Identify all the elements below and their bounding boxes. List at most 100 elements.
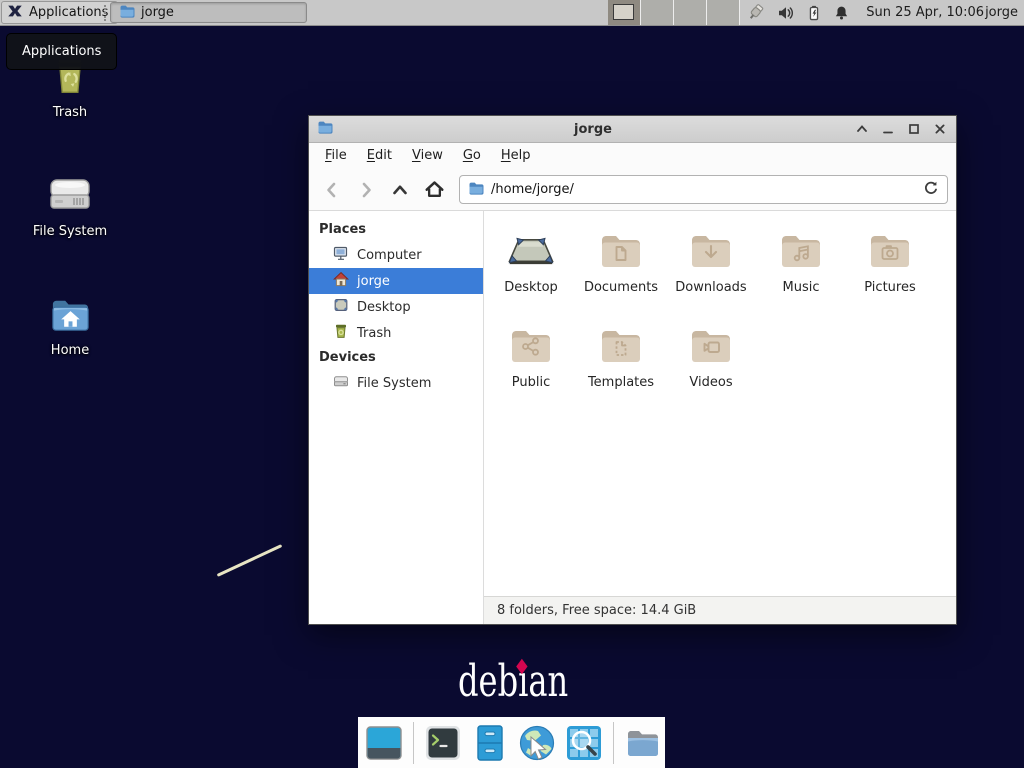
file-label: Music bbox=[783, 280, 820, 295]
file-label: Public bbox=[512, 375, 550, 390]
window-controls bbox=[853, 121, 948, 138]
file-public[interactable]: Public bbox=[486, 322, 576, 390]
file-label: Documents bbox=[584, 280, 658, 295]
workspace-switcher bbox=[608, 0, 740, 25]
sidebar-item-label: File System bbox=[357, 376, 431, 391]
file-pictures[interactable]: Pictures bbox=[845, 227, 935, 295]
system-tray bbox=[746, 0, 850, 25]
desktop: debian Trash File System bbox=[0, 0, 1024, 768]
applications-tooltip: Applications bbox=[6, 33, 117, 70]
show-desktop-icon[interactable] bbox=[364, 723, 404, 763]
stray-line-artifact bbox=[217, 544, 283, 577]
sidebar-item-label: jorge bbox=[357, 274, 390, 289]
volume-icon[interactable] bbox=[777, 4, 795, 22]
power-adapter-icon[interactable] bbox=[746, 3, 766, 23]
file-desktop[interactable]: Desktop bbox=[486, 227, 576, 295]
application-finder-icon[interactable] bbox=[564, 723, 604, 763]
user-home-icon bbox=[333, 271, 349, 291]
xfce-logo-icon bbox=[6, 2, 24, 24]
notifications-icon[interactable] bbox=[833, 4, 850, 22]
workspace-3[interactable] bbox=[674, 0, 707, 25]
file-cabinet-icon[interactable] bbox=[470, 723, 510, 763]
panel-handle[interactable] bbox=[104, 5, 106, 21]
pictures-folder-icon bbox=[845, 227, 935, 275]
menu-file[interactable]: File bbox=[315, 143, 357, 169]
dock-separator bbox=[613, 722, 614, 764]
home-folder-icon bbox=[28, 291, 112, 338]
window-content: Places Computer jorge Desktop Trash bbox=[309, 211, 956, 624]
file-label: Templates bbox=[588, 375, 654, 390]
computer-icon bbox=[333, 245, 349, 265]
workspace-4[interactable] bbox=[707, 0, 740, 25]
applications-label: Applications bbox=[29, 5, 108, 20]
sidebar-item-desktop[interactable]: Desktop bbox=[309, 294, 483, 320]
path-folder-icon bbox=[468, 180, 484, 200]
web-browser-icon[interactable] bbox=[517, 723, 557, 763]
shade-button[interactable] bbox=[853, 121, 870, 138]
menu-view[interactable]: View bbox=[402, 143, 453, 169]
directory-menu-icon[interactable] bbox=[623, 723, 663, 763]
status-bar: 8 folders, Free space: 14.4 GiB bbox=[484, 596, 956, 624]
debian-logo-text: debian bbox=[458, 656, 568, 707]
file-downloads[interactable]: Downloads bbox=[666, 227, 756, 295]
file-label: Pictures bbox=[864, 280, 915, 295]
public-folder-icon bbox=[486, 322, 576, 370]
dock-panel bbox=[358, 717, 665, 768]
sidebar-item-label: Desktop bbox=[357, 300, 411, 315]
templates-folder-icon bbox=[576, 322, 666, 370]
file-documents[interactable]: Documents bbox=[576, 227, 666, 295]
file-music[interactable]: Music bbox=[756, 227, 846, 295]
desktop-icon bbox=[333, 297, 349, 317]
menu-help[interactable]: Help bbox=[491, 143, 541, 169]
battery-icon[interactable] bbox=[806, 4, 822, 22]
sidebar-item-trash[interactable]: Trash bbox=[309, 320, 483, 346]
forward-button[interactable] bbox=[351, 175, 381, 205]
file-templates[interactable]: Templates bbox=[576, 322, 666, 390]
minimize-button[interactable] bbox=[879, 121, 896, 138]
sidebar-item-label: Computer bbox=[357, 248, 422, 263]
window-title: jorge bbox=[333, 122, 853, 137]
file-label: Downloads bbox=[675, 280, 746, 295]
close-button[interactable] bbox=[931, 121, 948, 138]
file-grid: Desktop Documents Downloads bbox=[484, 211, 956, 596]
trash-icon bbox=[333, 323, 349, 343]
applications-menu-button[interactable]: Applications bbox=[1, 1, 118, 24]
clock[interactable]: Sun 25 Apr, 10:06 bbox=[866, 0, 984, 25]
toolbar: /home/jorge/ bbox=[309, 169, 956, 211]
file-manager-window: jorge File Edit View Go Help /home/jorge… bbox=[308, 115, 957, 625]
home-button[interactable] bbox=[419, 175, 449, 205]
terminal-icon[interactable] bbox=[423, 723, 463, 763]
documents-folder-icon bbox=[576, 227, 666, 275]
desktop-icon-home[interactable]: Home bbox=[28, 291, 112, 358]
workspace-1[interactable] bbox=[608, 0, 641, 25]
workspace-2[interactable] bbox=[641, 0, 674, 25]
back-button[interactable] bbox=[317, 175, 347, 205]
sidebar-item-computer[interactable]: Computer bbox=[309, 242, 483, 268]
main-pane: Desktop Documents Downloads bbox=[484, 211, 956, 624]
workspace-window-preview bbox=[613, 4, 634, 20]
titlebar[interactable]: jorge bbox=[309, 116, 956, 143]
desktop-icon-label: Home bbox=[51, 343, 89, 358]
file-label: Desktop bbox=[504, 280, 558, 295]
menu-edit[interactable]: Edit bbox=[357, 143, 402, 169]
sidebar-item-jorge[interactable]: jorge bbox=[309, 268, 483, 294]
reload-icon[interactable] bbox=[923, 180, 939, 200]
desktop-folder-icon bbox=[486, 227, 576, 275]
path-bar[interactable]: /home/jorge/ bbox=[459, 175, 948, 204]
desktop-icon-file-system[interactable]: File System bbox=[28, 171, 112, 239]
music-folder-icon bbox=[756, 227, 846, 275]
desktop-icon-label: File System bbox=[33, 224, 107, 239]
taskbar-window-button[interactable]: jorge bbox=[110, 2, 307, 23]
up-button[interactable] bbox=[385, 175, 415, 205]
sidebar-item-label: Trash bbox=[357, 326, 391, 341]
file-label: Videos bbox=[689, 375, 732, 390]
sidebar-devices-header: Devices bbox=[309, 346, 483, 370]
file-videos[interactable]: Videos bbox=[666, 322, 756, 390]
taskbar-window-label: jorge bbox=[141, 5, 174, 20]
menu-go[interactable]: Go bbox=[453, 143, 491, 169]
folder-icon bbox=[119, 3, 135, 23]
debian-wallpaper-logo: debian bbox=[458, 656, 568, 707]
session-user-button[interactable]: jorge bbox=[985, 0, 1018, 25]
sidebar-item-file-system[interactable]: File System bbox=[309, 370, 483, 396]
maximize-button[interactable] bbox=[905, 121, 922, 138]
